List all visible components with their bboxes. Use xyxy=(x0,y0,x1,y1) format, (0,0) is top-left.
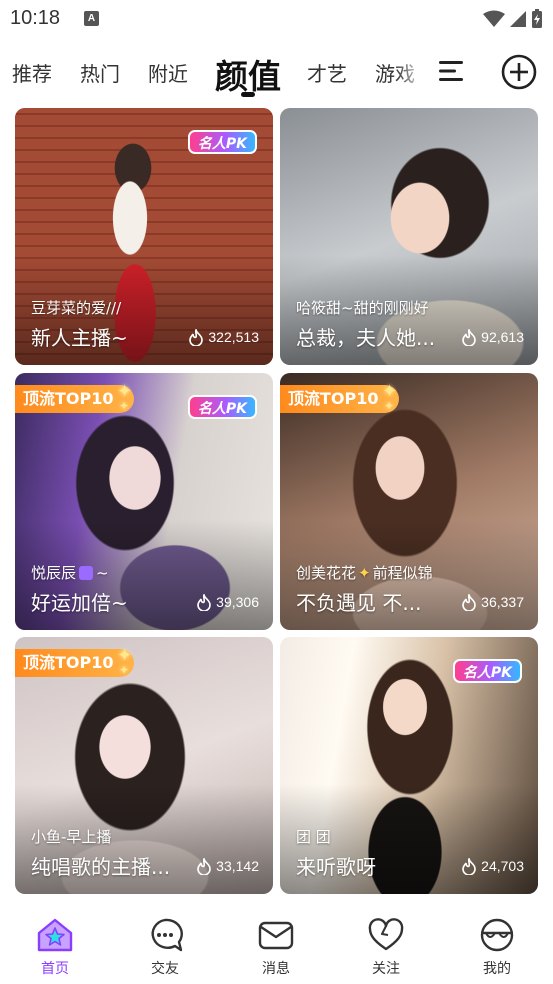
wifi-icon xyxy=(483,10,505,27)
flame-icon xyxy=(189,328,204,346)
tab-looks[interactable]: 颜值 xyxy=(215,50,281,98)
sparkle-icon: ✦ xyxy=(384,399,395,413)
tab-hot[interactable]: 热门 xyxy=(80,58,120,87)
envelope-icon xyxy=(258,921,294,950)
pk-badge: 名人PK xyxy=(452,659,522,683)
view-count: 24,703 xyxy=(461,857,524,875)
streamer-name: 创美花花 ✦ 前程似锦 xyxy=(296,564,433,582)
live-card[interactable]: 顶流TOP10 ✦ ✦ 名人PK 悦辰辰 ~ 好运加倍~ 39,306 xyxy=(15,373,273,630)
status-bar: 10:18 A xyxy=(0,0,553,38)
nav-profile[interactable]: 我的 xyxy=(457,916,537,980)
live-card[interactable]: 顶流TOP10 ✦ ✦ 小鱼-早上播 纯唱歌的主播... 33,142 xyxy=(15,637,273,894)
tab-nearby[interactable]: 附近 xyxy=(148,58,188,87)
top10-badge: 顶流TOP10 xyxy=(15,649,134,677)
tab-recommend[interactable]: 推荐 xyxy=(12,58,52,87)
home-icon xyxy=(37,918,73,952)
nav-friends[interactable]: 交友 xyxy=(125,916,205,980)
sparkle-icon: ✦ xyxy=(119,663,130,677)
flower-emoji-icon xyxy=(79,566,94,580)
nav-label: 关注 xyxy=(372,961,400,977)
view-count: 92,613 xyxy=(461,328,524,346)
stream-title: 总裁，夫人她... xyxy=(296,326,436,350)
view-count-value: 39,306 xyxy=(216,594,259,610)
view-count: 39,306 xyxy=(196,593,259,611)
live-card[interactable]: 名人PK 团 团 来听歌呀 24,703 xyxy=(280,637,538,894)
view-count-value: 24,703 xyxy=(481,858,524,874)
flame-icon xyxy=(462,593,476,611)
nav-messages[interactable]: 消息 xyxy=(236,916,316,980)
status-time: 10:18 xyxy=(10,7,61,29)
tab-fade xyxy=(396,46,426,96)
pk-badge: 名人PK xyxy=(187,395,257,419)
heart-icon xyxy=(368,918,404,951)
flame-icon xyxy=(462,857,476,875)
nav-home[interactable]: 首页 xyxy=(15,916,95,980)
add-icon[interactable] xyxy=(501,54,537,90)
view-count: 322,513 xyxy=(188,328,259,346)
system-icons xyxy=(483,8,543,30)
flame-icon xyxy=(462,328,476,346)
flame-icon xyxy=(197,593,211,611)
bottom-nav: 首页 交友 消息 关注 我的 xyxy=(0,904,553,984)
view-count: 33,142 xyxy=(196,857,259,875)
stream-title: 不负遇见 不... xyxy=(296,591,422,615)
nav-label: 消息 xyxy=(262,961,290,977)
view-count: 36,337 xyxy=(461,593,524,611)
top10-badge: 顶流TOP10 xyxy=(15,385,134,413)
streamer-name: 悦辰辰 ~ xyxy=(31,564,109,582)
view-count-value: 322,513 xyxy=(208,329,259,345)
stream-title: 新人主播~ xyxy=(31,326,128,350)
sparkle-emoji-icon: ✦ xyxy=(358,564,371,582)
streamer-name: 团 团 xyxy=(296,828,331,846)
category-tabs: 推荐 热门 附近 颜值 才艺 游戏 xyxy=(0,46,553,102)
notification-icon: A xyxy=(84,11,99,26)
view-count-value: 33,142 xyxy=(216,858,259,874)
active-tab-indicator xyxy=(241,92,255,97)
signal-icon xyxy=(510,11,526,27)
live-card[interactable]: 哈筱甜~甜的刚刚好 总裁，夫人她... 92,613 xyxy=(280,108,538,365)
stream-title: 好运加倍~ xyxy=(31,591,128,615)
nav-follow[interactable]: 关注 xyxy=(346,916,426,980)
top10-badge: 顶流TOP10 xyxy=(280,385,399,413)
view-count-value: 92,613 xyxy=(481,329,524,345)
flame-icon xyxy=(197,857,211,875)
streamer-name: 豆芽菜的爱/// xyxy=(31,299,122,317)
nav-label: 首页 xyxy=(41,961,69,977)
battery-icon xyxy=(532,9,542,28)
stream-title: 来听歌呀 xyxy=(296,855,376,879)
live-card[interactable]: 顶流TOP10 ✦ ✦ 创美花花 ✦ 前程似锦 不负遇见 不... 36,337 xyxy=(280,373,538,630)
tab-talent[interactable]: 才艺 xyxy=(307,58,347,87)
streamer-name: 哈筱甜~甜的刚刚好 xyxy=(296,299,429,317)
menu-icon[interactable] xyxy=(437,58,465,84)
profile-glasses-icon xyxy=(480,918,514,952)
stream-title: 纯唱歌的主播... xyxy=(31,855,171,879)
pk-badge: 名人PK xyxy=(187,130,257,154)
nav-label: 交友 xyxy=(151,961,179,977)
chat-bubble-icon xyxy=(151,918,183,952)
streamer-name: 小鱼-早上播 xyxy=(31,828,112,846)
live-card[interactable]: 名人PK 豆芽菜的爱/// 新人主播~ 322,513 xyxy=(15,108,273,365)
view-count-value: 36,337 xyxy=(481,594,524,610)
nav-label: 我的 xyxy=(483,961,511,977)
sparkle-icon: ✦ xyxy=(119,399,130,413)
